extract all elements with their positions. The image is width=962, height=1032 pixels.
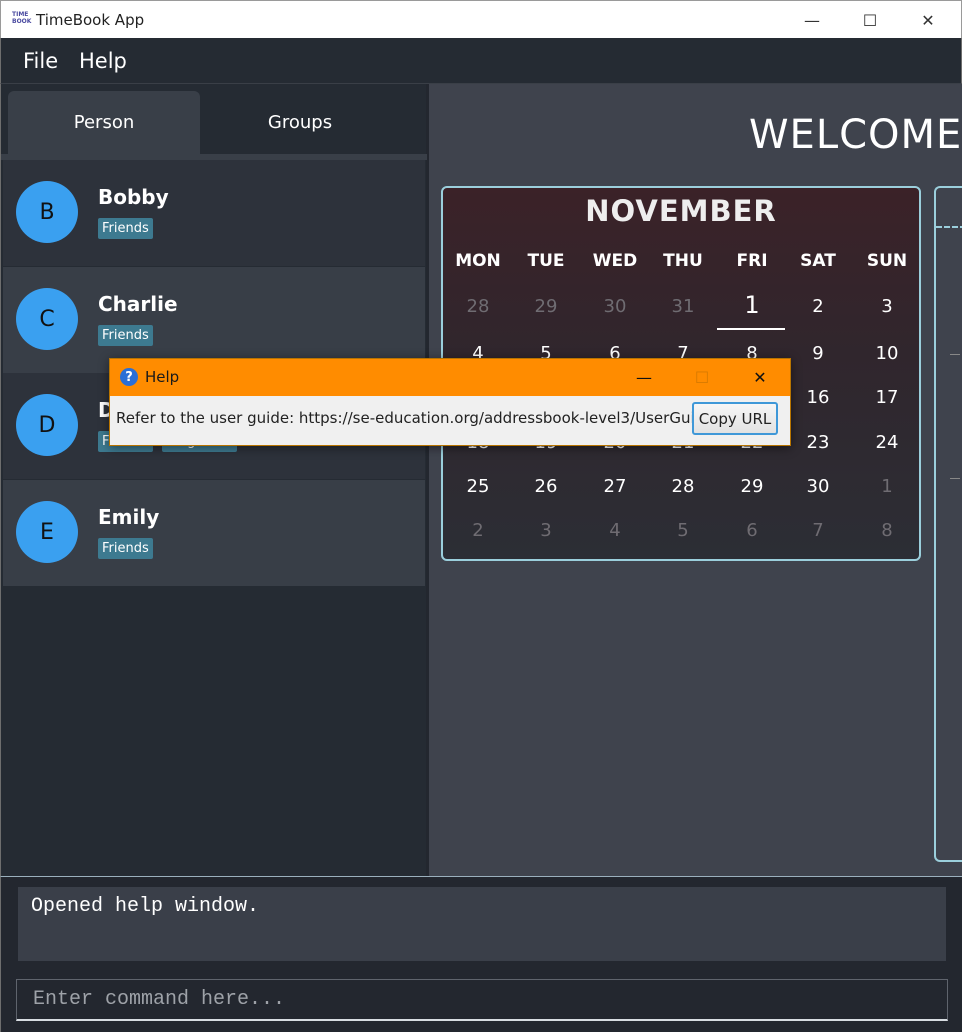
help-maximize-button: ☐ <box>694 368 710 387</box>
help-close-button[interactable]: ✕ <box>731 359 789 396</box>
help-dialog-title-bar: ? Help — ☐ ✕ <box>110 359 790 396</box>
title-bar: TIME BOOK TimeBook App — ☐ ✕ <box>0 0 962 38</box>
weekday-label: FRI <box>736 251 768 271</box>
weekday-label: THU <box>663 251 703 271</box>
calendar-day: 29 <box>534 296 558 317</box>
help-message: Refer to the user guide: https://se-educ… <box>116 409 753 427</box>
tag: Friends <box>98 538 153 559</box>
person-card[interactable]: E Emily Friends <box>3 480 425 586</box>
calendar-day: 5 <box>677 520 689 541</box>
window-title: TimeBook App <box>36 11 145 29</box>
weekday-label: TUE <box>527 251 565 271</box>
app-logo-icon: TIME BOOK <box>12 11 32 25</box>
calendar-day: 16 <box>806 387 830 408</box>
avatar: E <box>16 501 78 563</box>
avatar: C <box>16 288 78 350</box>
copy-url-button[interactable]: Copy URL <box>692 402 778 435</box>
tab-person[interactable]: Person <box>8 91 200 154</box>
schedule-divider <box>936 226 962 228</box>
main-panel: WELCOME NOVEMBER MON TUE WED THU FRI SAT SUN 28… <box>427 84 962 876</box>
calendar-day: 3 <box>540 520 552 541</box>
person-card[interactable]: B Bobby Friends <box>3 160 425 266</box>
calendar-day: 8 <box>881 520 893 541</box>
tag-list: Friends <box>98 218 153 239</box>
minimize-button[interactable]: — <box>783 1 841 39</box>
tab-groups[interactable]: Groups <box>204 91 396 154</box>
person-name: Bobby <box>98 185 169 209</box>
calendar-day: 27 <box>603 476 627 497</box>
calendar-day: 10 <box>875 343 899 364</box>
close-button[interactable]: ✕ <box>899 1 957 39</box>
weekday-label: WED <box>592 251 638 271</box>
menu-help[interactable]: Help <box>79 49 127 73</box>
maximize-button[interactable]: ☐ <box>841 1 899 39</box>
calendar-day: 2 <box>812 296 824 317</box>
bottom-area: Opened help window. <box>0 876 962 1032</box>
calendar-day: 4 <box>609 520 621 541</box>
calendar-day: 30 <box>603 296 627 317</box>
tag-list: Friends <box>98 325 153 346</box>
calendar-day: 30 <box>806 476 830 497</box>
welcome-heading: WELCOME <box>749 112 962 158</box>
help-minimize-button[interactable]: — <box>615 359 673 396</box>
calendar-day: 7 <box>812 520 824 541</box>
calendar-day: 2 <box>472 520 484 541</box>
calendar-day: 26 <box>534 476 558 497</box>
calendar-day: 29 <box>740 476 764 497</box>
avatar: B <box>16 181 78 243</box>
menu-bar: File Help <box>0 38 962 84</box>
calendar-day: 9 <box>812 343 824 364</box>
calendar-today: 1 <box>744 291 760 319</box>
person-name: Emily <box>98 505 160 529</box>
menu-file[interactable]: File <box>23 49 58 73</box>
calendar-day: 6 <box>746 520 758 541</box>
person-name: Charlie <box>98 292 178 316</box>
calendar-day: 3 <box>881 296 893 317</box>
tag-list: Friends <box>98 538 153 559</box>
calendar-day: 28 <box>466 296 490 317</box>
calendar-day: 17 <box>875 387 899 408</box>
question-icon: ? <box>120 368 138 386</box>
calendar-day: 25 <box>466 476 490 497</box>
left-panel: Person Groups B Bobby Friends C Charlie … <box>0 84 427 876</box>
calendar-day: 31 <box>671 296 695 317</box>
weekday-label: MON <box>455 251 501 271</box>
schedule-tick <box>950 354 960 357</box>
schedule-tick <box>950 478 960 481</box>
weekday-label: SUN <box>866 251 908 271</box>
help-dialog: ? Help — ☐ ✕ Refer to the user guide: ht… <box>109 358 791 446</box>
calendar-month: NOVEMBER <box>585 194 777 228</box>
calendar-day: 24 <box>875 432 899 453</box>
command-box <box>16 979 948 1021</box>
today-indicator <box>717 328 785 330</box>
tag: Friends <box>98 325 153 346</box>
calendar-day: 1 <box>881 476 893 497</box>
schedule-panel <box>934 186 962 862</box>
avatar: D <box>16 394 78 456</box>
tag: Friends <box>98 218 153 239</box>
result-display: Opened help window. <box>18 887 946 961</box>
calendar-day: 23 <box>806 432 830 453</box>
command-input[interactable] <box>17 980 947 1019</box>
help-dialog-title: Help <box>145 368 180 386</box>
calendar-day: 28 <box>671 476 695 497</box>
weekday-label: SAT <box>800 251 836 271</box>
